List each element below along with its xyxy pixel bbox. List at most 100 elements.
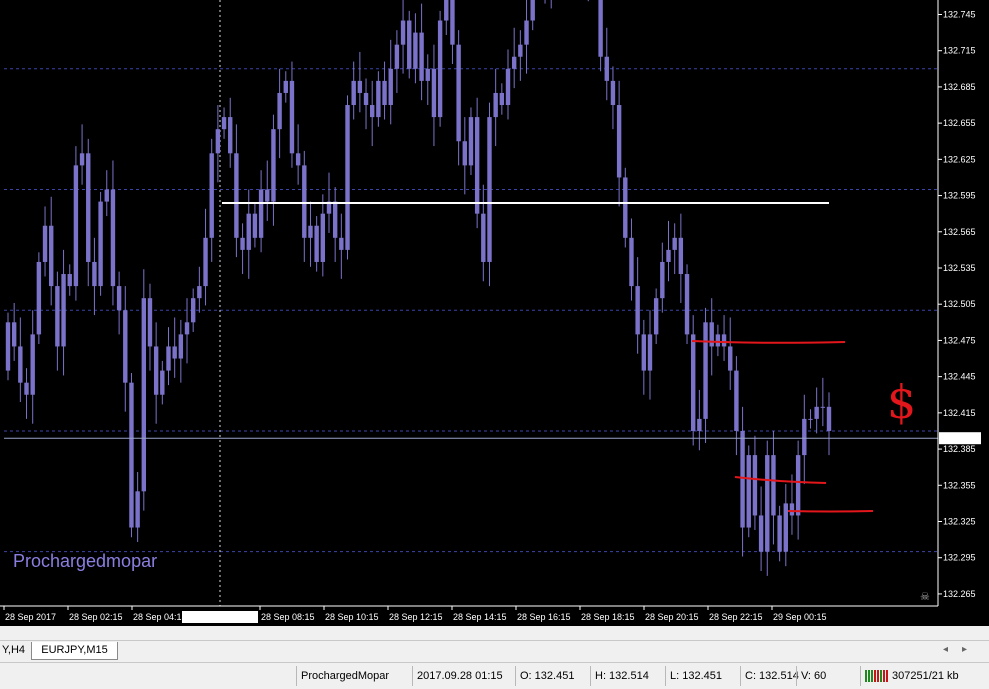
candle-body xyxy=(635,286,640,335)
candle-body xyxy=(407,20,412,69)
candle-body xyxy=(221,117,227,130)
candle-body xyxy=(487,117,492,262)
candle-body xyxy=(289,80,295,154)
tab-scroll-right-icon[interactable]: ▸ xyxy=(962,644,981,655)
candle-body xyxy=(357,80,363,93)
candle-body xyxy=(419,32,424,81)
skull-icon: ☠ xyxy=(920,591,930,603)
price-tick-label: 132.715 xyxy=(943,46,976,56)
candle-body xyxy=(795,455,801,516)
tab-chart-previous[interactable]: Y,H4 xyxy=(0,642,28,659)
time-tick-label: 29 Sep 00:15 xyxy=(773,612,827,622)
tab-chart-eurjpy-m15[interactable]: EURJPY,M15 xyxy=(31,642,118,660)
candle-body xyxy=(320,213,326,262)
candle-body xyxy=(203,237,208,287)
status-close: C: 132.514 xyxy=(740,666,799,686)
candle-body xyxy=(141,298,147,492)
candle-body xyxy=(524,20,529,45)
tab-scroll-controls[interactable]: ◂▸ xyxy=(943,644,981,655)
candle-body xyxy=(647,334,653,371)
candle-body xyxy=(345,105,350,250)
price-tick-label: 132.505 xyxy=(943,299,976,309)
candle-body xyxy=(67,274,72,287)
time-tick-label: 28 Sep 04:15 xyxy=(133,612,187,622)
candle-body xyxy=(598,0,603,57)
candle-body xyxy=(444,0,449,21)
candle-body xyxy=(814,406,819,419)
candle-body xyxy=(160,370,165,395)
status-datetime: 2017.09.28 01:15 xyxy=(412,666,517,686)
candle-body xyxy=(610,80,616,106)
candle-body xyxy=(252,213,258,238)
price-tick-label: 132.595 xyxy=(943,191,976,201)
candle-body xyxy=(660,261,665,299)
status-high: H: 132.514 xyxy=(590,666,667,686)
candle-body xyxy=(746,455,751,528)
candle-body xyxy=(629,237,634,287)
candle-body xyxy=(703,322,708,419)
candle-body xyxy=(684,274,690,335)
candle-body xyxy=(79,153,85,166)
time-tick-label: 28 Sep 02:15 xyxy=(69,612,123,622)
time-tick-label: 28 Sep 20:15 xyxy=(645,612,699,622)
candle-body xyxy=(228,117,233,154)
candle-body xyxy=(382,80,387,106)
price-tick-label: 132.655 xyxy=(943,118,976,128)
time-tick-label: 28 Sep 12:15 xyxy=(389,612,443,622)
status-bar: ProchargedMopar 2017.09.28 01:15 O: 132.… xyxy=(0,662,989,689)
candle-body xyxy=(518,44,523,57)
price-tick-label: 132.265 xyxy=(943,589,976,599)
time-tick-label: 28 Sep 2017 xyxy=(5,612,56,622)
candle-body xyxy=(98,201,103,287)
candle-body xyxy=(308,225,313,238)
candle-body xyxy=(530,0,535,21)
candle-body xyxy=(61,274,66,347)
candle-body xyxy=(184,322,190,335)
candle-body xyxy=(49,225,54,287)
candle-body xyxy=(283,80,288,93)
time-tick-label: 28 Sep 14:15 xyxy=(453,612,507,622)
candle-body xyxy=(771,455,776,516)
candle-body xyxy=(339,237,344,250)
candle-body xyxy=(55,286,60,347)
candle-body xyxy=(234,153,239,238)
candle-body xyxy=(110,189,116,287)
candle-body xyxy=(826,406,832,431)
candle-body xyxy=(511,56,517,69)
status-traffic[interactable]: 307251/21 kb xyxy=(860,666,983,686)
price-tick-label: 132.385 xyxy=(943,444,976,454)
candle-body xyxy=(653,298,659,335)
chart-tabs-bar: Y,H4 EURJPY,M15 ◂▸ xyxy=(0,640,989,661)
candle-body xyxy=(178,334,184,359)
price-chart[interactable]: $ Prochargedmopar ☠ 132.745 132.715 132.685 1… xyxy=(0,0,989,626)
candle-body xyxy=(147,298,153,347)
candle-body xyxy=(302,165,307,238)
candle-body xyxy=(314,225,319,262)
candle-body xyxy=(351,80,356,106)
tab-scroll-left-icon[interactable]: ◂ xyxy=(943,644,962,655)
annotation-dollar: $ xyxy=(887,375,916,429)
annotation-line[interactable] xyxy=(787,510,874,513)
candle-body xyxy=(153,346,159,395)
chart-canvas[interactable]: $ Prochargedmopar ☠ 132.745 132.715 132.685 1… xyxy=(0,0,989,626)
candle-body xyxy=(740,430,745,528)
annotation-line[interactable] xyxy=(691,340,846,344)
candle-body xyxy=(678,237,684,275)
candle-body xyxy=(388,68,393,106)
candle-body xyxy=(209,153,214,238)
candle-body xyxy=(166,346,171,371)
price-tick-label: 132.685 xyxy=(943,82,976,92)
candle-body xyxy=(789,503,795,516)
candle-body xyxy=(808,418,813,420)
price-tick-label: 132.625 xyxy=(943,154,976,164)
candle-body xyxy=(73,165,79,287)
status-open: O: 132.451 xyxy=(515,666,592,686)
candle-body xyxy=(690,334,696,431)
candle-body xyxy=(468,117,474,166)
time-tick-label: 28 Sep 18:15 xyxy=(581,612,635,622)
candle-body xyxy=(24,382,29,395)
candle-body xyxy=(666,249,671,262)
candle-body xyxy=(271,129,276,202)
candle-body xyxy=(277,92,282,130)
status-low: L: 132.451 xyxy=(665,666,742,686)
